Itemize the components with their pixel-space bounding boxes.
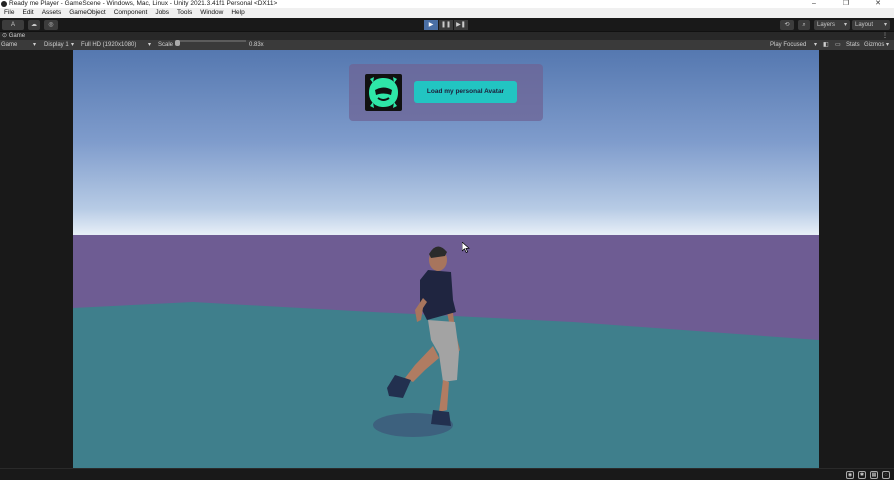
layout-dropdown[interactable]: Layout ▾ [852,20,890,30]
resolution-dropdown[interactable]: Full HD (1920x1080) [81,40,136,50]
menu-component[interactable]: Component [110,8,152,18]
collab-icon[interactable]: ◎ [44,20,58,30]
chevron-down-icon: ▾ [33,42,37,48]
view-dropdown[interactable]: Game [1,40,17,50]
player-avatar [373,246,460,437]
pause-button[interactable]: ❚❚ [439,20,453,30]
account-dropdown[interactable]: A [2,20,24,30]
layers-dropdown[interactable]: Layers ▾ [814,20,850,30]
status-icons: ◉ ✱ ▦ ◌ [842,471,890,479]
menu-help[interactable]: Help [227,8,248,18]
close-button[interactable]: ✕ [862,0,894,8]
game-scene[interactable]: Load my personal Avatar [73,50,819,468]
avatar-loader-panel: Load my personal Avatar [349,64,543,121]
scale-slider[interactable] [178,40,246,42]
scale-value: 0.83x [249,42,264,48]
main-toolbar: A ☁ ◎ ▶ ❚❚ ▶❚ ⟲ ⌕ Layers ▾ Layout ▾ [0,18,894,32]
load-avatar-label: Load my personal Avatar [426,88,505,95]
menu-gameobject[interactable]: GameObject [65,8,110,18]
play-controls: ▶ ❚❚ ▶❚ [424,20,469,30]
load-avatar-button[interactable]: Load my personal Avatar [414,81,517,103]
minimize-button[interactable]: – [798,0,830,8]
display-dropdown[interactable]: Display 1 [44,40,69,50]
game-view-bar: Game ▾ Display 1 ▾ Full HD (1920x1080) ▾… [0,40,894,50]
window-title: Ready me Player - GameScene - Windows, M… [9,0,278,7]
cache-icon[interactable]: ▦ [870,471,878,479]
menu-file[interactable]: File [0,8,18,18]
chevron-down-icon: ▾ [148,42,152,48]
play-button[interactable]: ▶ [424,20,438,30]
menu-edit[interactable]: Edit [18,8,37,18]
mute-audio-icon[interactable]: ◧ [823,40,829,50]
tab-game[interactable]: Game [9,33,25,39]
chevron-down-icon: ▾ [71,42,75,48]
scale-label: Scale [158,42,174,48]
window-titlebar: Ready me Player - GameScene - Windows, M… [0,0,894,8]
layout-label: Layout [855,22,874,28]
game-tab-row: ⊙ Game ⋮ [0,32,894,40]
avatar-logo-icon [369,77,398,108]
bug-icon[interactable]: ✱ [858,471,866,479]
mouse-cursor-icon [462,242,470,253]
maximize-button[interactable]: ❐ [830,0,862,8]
menu-jobs[interactable]: Jobs [151,8,173,18]
menu-bar: File Edit Assets GameObject Component Jo… [0,8,894,18]
account-label: A [10,22,15,28]
scale-slider-handle[interactable] [175,40,180,46]
cloud-icon[interactable]: ☁ [28,20,40,30]
history-icon[interactable]: ⟲ [780,20,794,30]
stats-button[interactable]: Stats [846,40,860,50]
status-bar: ◉ ✱ ▦ ◌ [0,468,894,480]
layers-label: Layers [817,22,836,28]
game-view-icon: ⊙ [2,33,8,39]
search-icon[interactable]: ⌕ [798,20,810,30]
screen-icon[interactable]: ▭ [835,40,841,50]
menu-tools[interactable]: Tools [173,8,196,18]
menu-assets[interactable]: Assets [38,8,66,18]
progress-icon[interactable]: ◉ [846,471,854,479]
gizmos-button[interactable]: Gizmos [864,40,884,50]
chevron-down-icon: ▾ [843,22,847,28]
chevron-down-icon: ▾ [883,22,887,28]
chevron-down-icon: ▾ [886,42,890,48]
chevron-down-icon: ▾ [814,42,818,48]
play-focused-dropdown[interactable]: Play Focused [770,40,806,50]
ready-player-me-logo [365,74,402,111]
step-button[interactable]: ▶❚ [454,20,468,30]
window-controls: – ❐ ✕ [798,0,894,8]
auto-refresh-icon[interactable]: ◌ [882,471,890,479]
menu-window[interactable]: Window [196,8,227,18]
more-options-icon[interactable]: ⋮ [882,32,888,40]
unity-logo-icon [1,1,7,7]
